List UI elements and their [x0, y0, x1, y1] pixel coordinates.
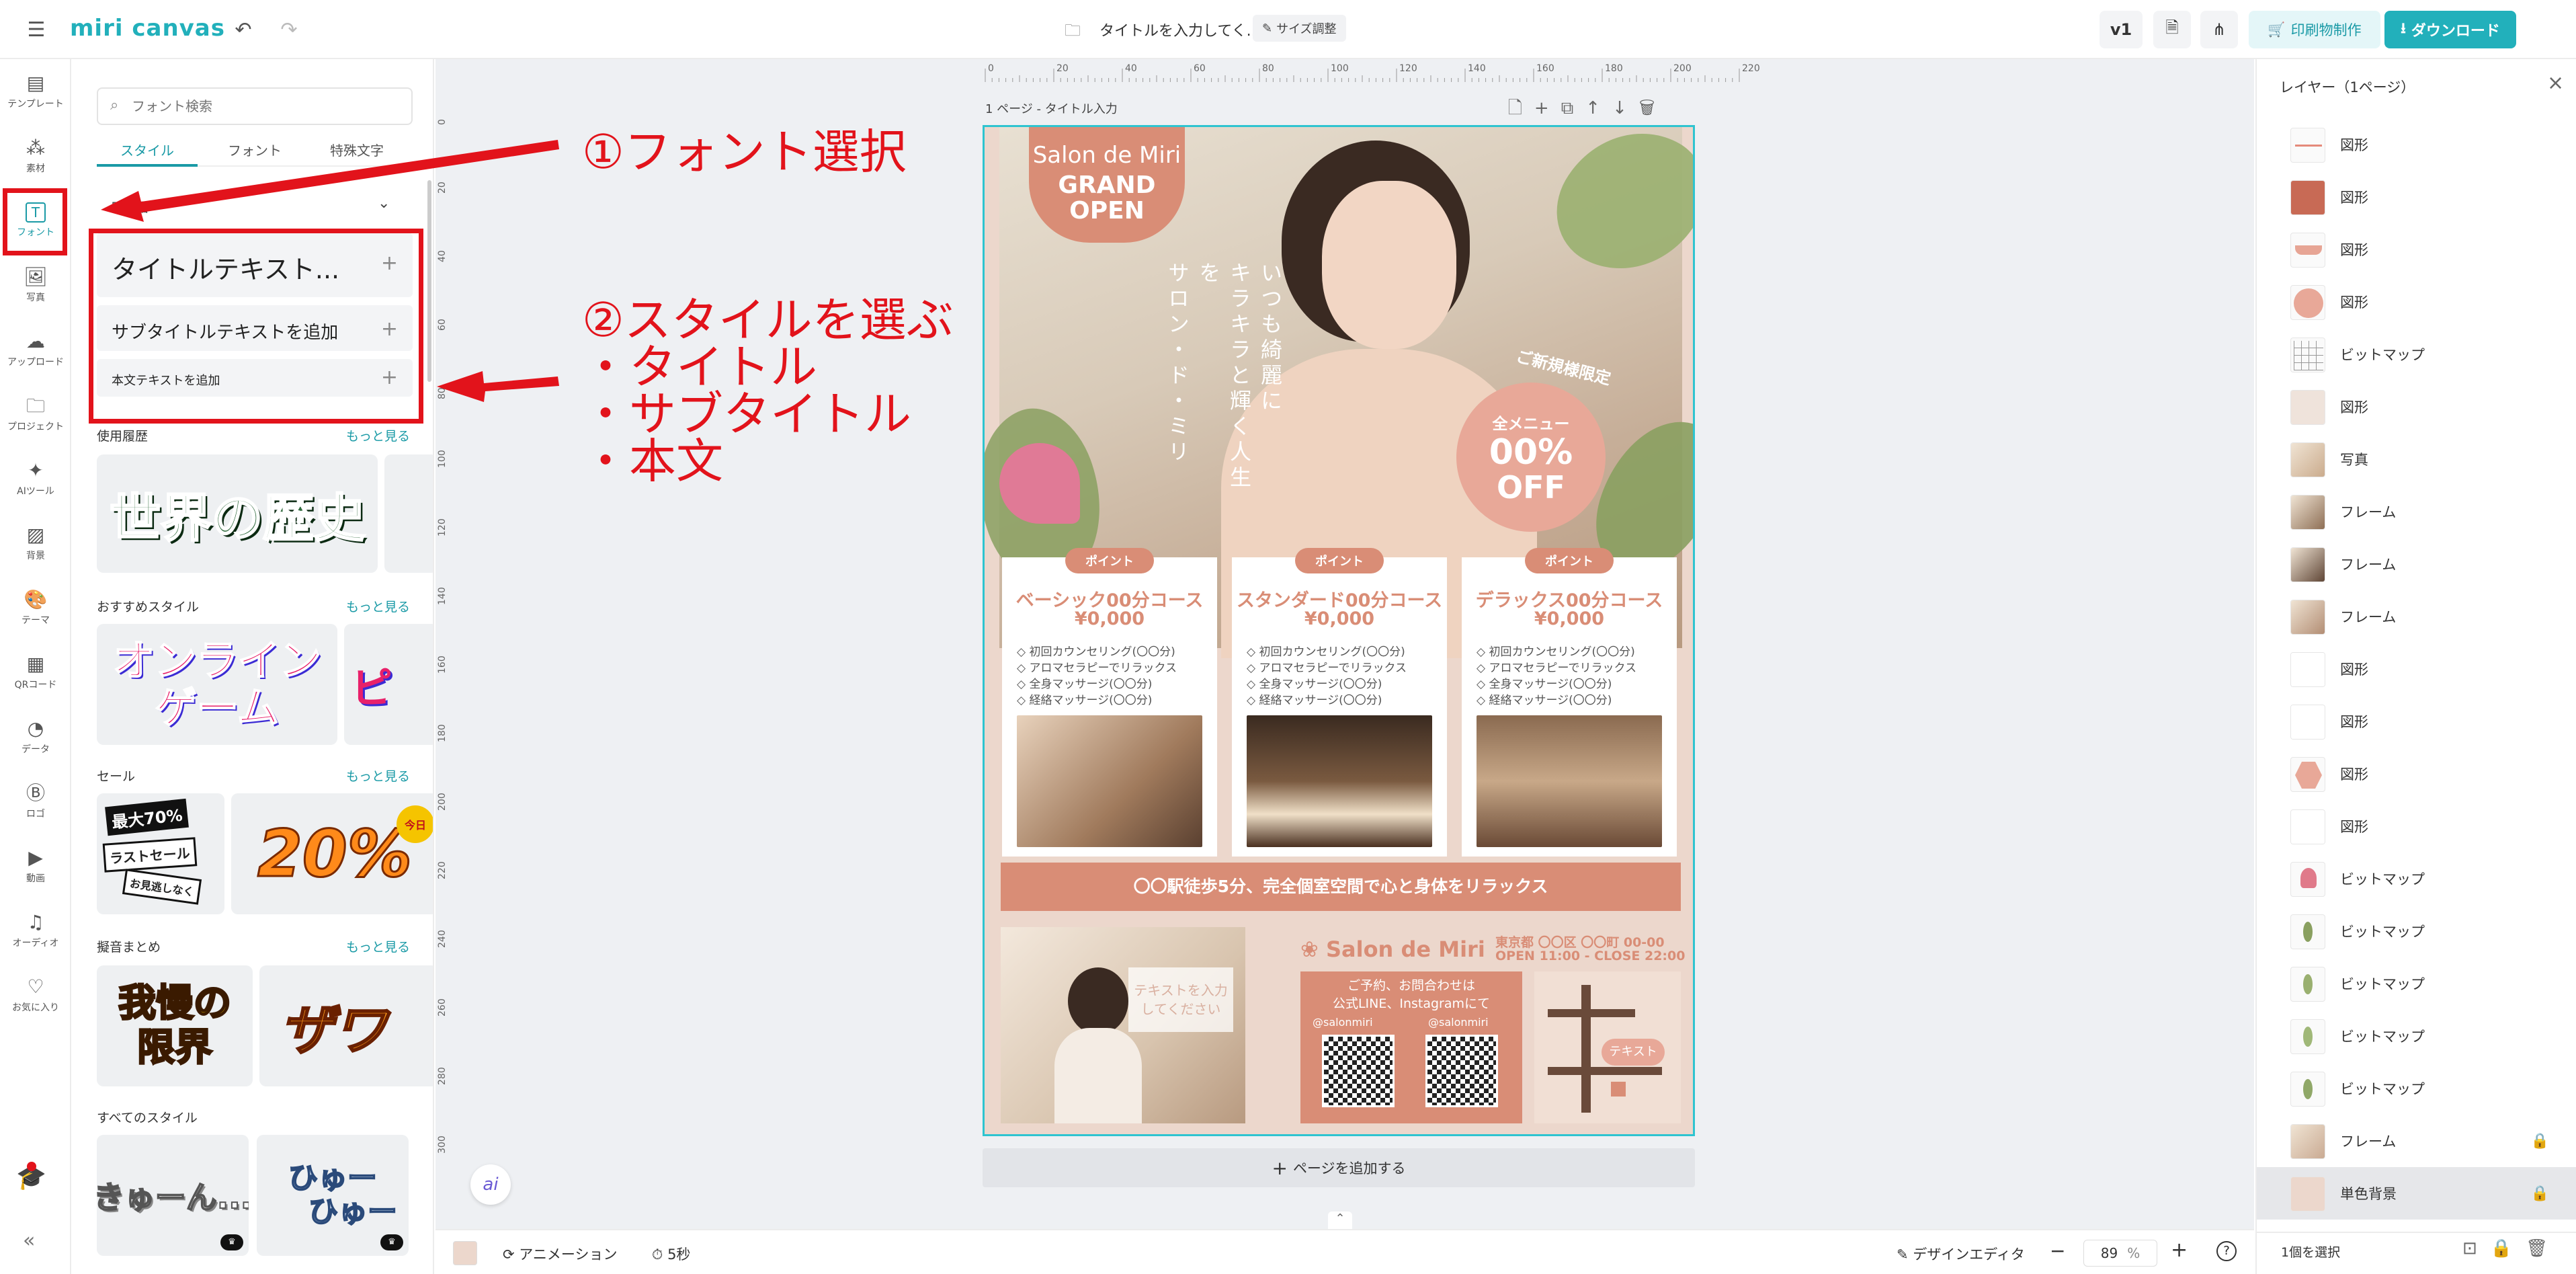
arrow-to-font — [101, 140, 559, 222]
annotation-1: ①フォント選択 — [582, 124, 907, 180]
arrow-to-styles — [437, 371, 559, 402]
annotation-5: ・本文 — [582, 434, 723, 489]
annotation-arrows — [101, 140, 559, 402]
